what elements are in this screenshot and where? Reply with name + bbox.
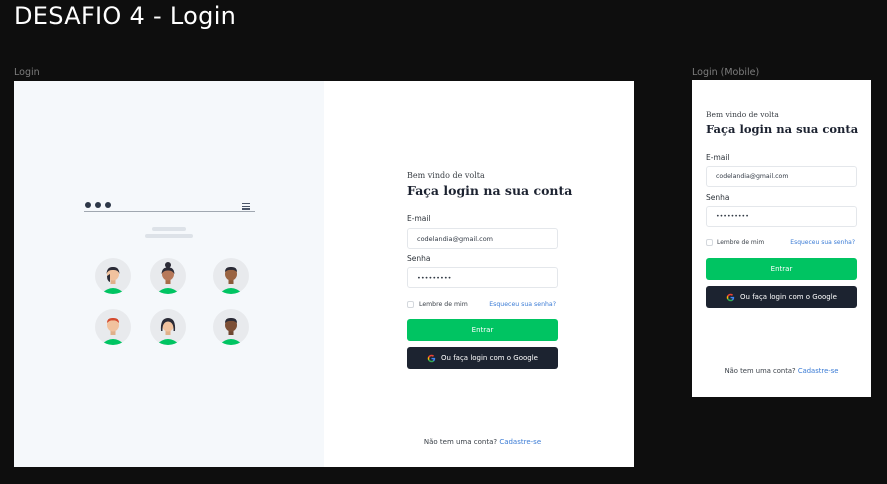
remember-me-checkbox[interactable] [706, 239, 713, 246]
signup-prompt: Não tem uma conta? Cadastre-se [407, 438, 558, 446]
password-label: Senha [407, 254, 431, 263]
window-dot-icon [95, 202, 101, 208]
user-avatar-icon [95, 309, 131, 345]
email-field[interactable]: codelandia@gmail.com [706, 166, 857, 187]
login-heading: Faça login na sua conta [407, 183, 573, 198]
window-dot-icon [105, 202, 111, 208]
signup-prompt-text: Não tem uma conta? [724, 367, 796, 375]
email-label: E-mail [706, 153, 730, 162]
google-login-button[interactable]: Ou faça login com o Google [706, 286, 857, 308]
login-submit-button[interactable]: Entrar [706, 258, 857, 280]
user-avatar-icon [150, 258, 186, 294]
google-icon [726, 293, 735, 302]
forgot-password-link[interactable]: Esqueceu sua senha? [489, 301, 556, 308]
google-login-button[interactable]: Ou faça login com o Google [407, 347, 558, 369]
signup-link[interactable]: Cadastre-se [798, 367, 839, 375]
remember-me-checkbox[interactable] [407, 301, 414, 308]
password-field[interactable]: ••••••••• [706, 206, 857, 227]
email-field[interactable]: codelandia@gmail.com [407, 228, 558, 249]
welcome-text: Bem vindo de volta [706, 110, 779, 119]
page-title: DESAFIO 4 - Login [14, 2, 237, 30]
user-avatar-icon [95, 258, 131, 294]
login-submit-button[interactable]: Entrar [407, 319, 558, 341]
desktop-login-frame: Bem vindo de volta Faça login na sua con… [14, 81, 634, 467]
mobile-login-frame: Bem vindo de volta Faça login na sua con… [692, 80, 871, 397]
signup-link[interactable]: Cadastre-se [499, 438, 541, 446]
remember-me-label: Lembre de mim [419, 301, 468, 308]
hamburger-menu-icon [242, 203, 250, 210]
email-label: E-mail [407, 214, 431, 223]
google-login-label: Ou faça login com o Google [441, 354, 538, 362]
illustration-panel [14, 81, 324, 467]
mobile-frame-label: Login (Mobile) [692, 67, 760, 78]
browser-bar-illustration [84, 200, 255, 212]
user-avatar-icon [213, 258, 249, 294]
google-icon [427, 354, 436, 363]
placeholder-line [152, 227, 186, 231]
password-field[interactable]: ••••••••• [407, 267, 558, 288]
desktop-frame-label: Login [14, 67, 40, 78]
window-dot-icon [85, 202, 91, 208]
user-avatar-icon [213, 309, 249, 345]
welcome-text: Bem vindo de volta [407, 171, 485, 180]
login-submit-label: Entrar [471, 326, 494, 334]
google-login-label: Ou faça login com o Google [740, 293, 837, 301]
remember-me-label: Lembre de mim [717, 239, 765, 246]
signup-prompt-text: Não tem uma conta? [423, 438, 498, 446]
user-avatar-icon [150, 309, 186, 345]
forgot-password-link[interactable]: Esqueceu sua senha? [790, 239, 855, 246]
login-heading: Faça login na sua conta [706, 122, 859, 136]
login-submit-label: Entrar [770, 265, 793, 273]
placeholder-line [145, 234, 193, 238]
signup-prompt: Não tem uma conta? Cadastre-se [706, 367, 857, 375]
password-label: Senha [706, 193, 730, 202]
